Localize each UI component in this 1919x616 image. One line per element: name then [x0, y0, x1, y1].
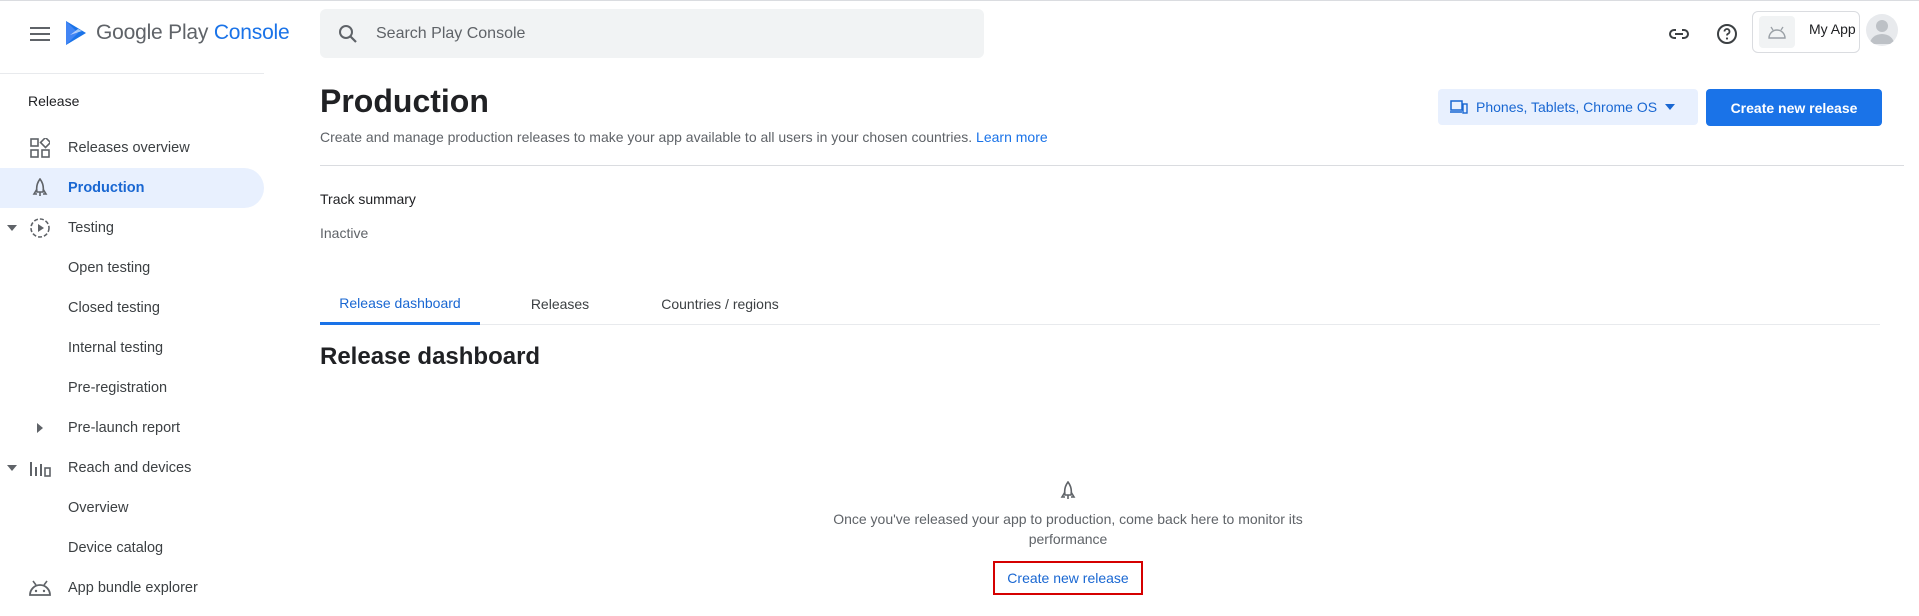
- tab-countries-regions[interactable]: Countries / regions: [640, 283, 800, 325]
- play-circle-icon: [28, 216, 52, 240]
- play-logo-icon: [66, 21, 86, 45]
- sidebar-item-pre-registration[interactable]: Pre-registration: [0, 368, 264, 408]
- sidebar-item-releases-overview[interactable]: Releases overview: [0, 128, 264, 168]
- sidebar-item-app-bundle-explorer[interactable]: App bundle explorer: [0, 568, 264, 608]
- bar-chart-icon: [28, 456, 52, 480]
- play-console-app: Google Play Console My App Release: [0, 0, 1919, 616]
- sidebar-section-label: Release: [28, 93, 80, 109]
- sidebar-item-label: Internal testing: [68, 340, 164, 356]
- search-bar[interactable]: [320, 9, 984, 58]
- devices-icon: [1450, 100, 1468, 114]
- rocket-icon: [820, 481, 1316, 501]
- sidebar-item-overview[interactable]: Overview: [0, 488, 264, 528]
- search-input[interactable]: [376, 24, 956, 43]
- sidebar-item-label: Releases overview: [68, 140, 190, 156]
- header-divider: [320, 165, 1904, 166]
- learn-more-link[interactable]: Learn more: [976, 129, 1048, 145]
- track-summary-label: Track summary: [320, 191, 416, 207]
- search-icon: [320, 24, 376, 44]
- track-status: Inactive: [320, 225, 369, 241]
- device-selector-button[interactable]: Phones, Tablets, Chrome OS: [1438, 89, 1698, 125]
- rocket-icon: [28, 176, 52, 200]
- empty-state-message: Once you've released your app to product…: [833, 511, 1303, 547]
- tab-releases[interactable]: Releases: [500, 283, 620, 325]
- sidebar-item-label: Reach and devices: [68, 460, 192, 476]
- logo-primary: Google Play: [96, 21, 209, 44]
- chevron-down-icon[interactable]: [4, 460, 20, 476]
- logo-text: Google Play Console: [96, 21, 290, 45]
- account-avatar[interactable]: [1866, 14, 1898, 46]
- android-icon: [1759, 16, 1795, 48]
- link-icon[interactable]: [1664, 19, 1694, 49]
- sidebar-item-internal-testing[interactable]: Internal testing: [0, 328, 264, 368]
- page-description: Create and manage production releases to…: [320, 129, 1048, 145]
- empty-state-create-release-button[interactable]: Create new release: [993, 561, 1143, 595]
- sidebar-item-reach-and-devices[interactable]: Reach and devices: [0, 448, 264, 488]
- app-switcher-button[interactable]: My App: [1752, 11, 1860, 53]
- sidebar-item-device-catalog[interactable]: Device catalog: [0, 528, 264, 568]
- sidebar-item-label: App bundle explorer: [68, 580, 198, 596]
- sidebar-item-label: Production: [68, 180, 145, 196]
- android-icon: [28, 576, 52, 600]
- create-new-release-button[interactable]: Create new release: [1706, 89, 1882, 126]
- sidebar: Release Releases overview Production Tes…: [0, 73, 264, 616]
- sidebar-item-label: Overview: [68, 500, 129, 516]
- top-bar: Google Play Console My App: [0, 1, 1919, 67]
- sidebar-item-label: Closed testing: [68, 300, 160, 316]
- tab-bar: Release dashboard Releases Countries / r…: [320, 283, 1880, 325]
- empty-state: Once you've released your app to product…: [820, 481, 1316, 595]
- sidebar-item-label: Open testing: [68, 260, 151, 276]
- sidebar-item-testing[interactable]: Testing: [0, 208, 264, 248]
- section-title: Release dashboard: [320, 343, 541, 370]
- help-icon[interactable]: [1712, 19, 1742, 49]
- dropdown-arrow-icon: [1665, 104, 1676, 110]
- logo-accent: Console: [213, 21, 290, 44]
- sidebar-item-closed-testing[interactable]: Closed testing: [0, 288, 264, 328]
- sidebar-item-label: Pre-registration: [68, 380, 168, 396]
- chevron-right-icon[interactable]: [32, 420, 48, 436]
- sidebar-item-open-testing[interactable]: Open testing: [0, 248, 264, 288]
- google-play-console-logo[interactable]: Google Play Console: [64, 19, 290, 47]
- app-name: My App: [1809, 21, 1856, 37]
- chevron-down-icon[interactable]: [4, 220, 20, 236]
- sidebar-item-label: Pre-launch report: [68, 420, 181, 436]
- hamburger-menu-icon[interactable]: [24, 21, 56, 47]
- sidebar-item-pre-launch-report[interactable]: Pre-launch report: [0, 408, 264, 448]
- dashboard-icon: [28, 136, 52, 160]
- sidebar-item-label: Testing: [68, 220, 114, 236]
- device-selector-label: Phones, Tablets, Chrome OS: [1476, 99, 1658, 115]
- sidebar-item-label: Device catalog: [68, 540, 164, 556]
- page-description-text: Create and manage production releases to…: [320, 129, 973, 145]
- page-title: Production: [320, 83, 489, 119]
- sidebar-item-production[interactable]: Production: [0, 168, 264, 208]
- tab-release-dashboard[interactable]: Release dashboard: [320, 283, 480, 325]
